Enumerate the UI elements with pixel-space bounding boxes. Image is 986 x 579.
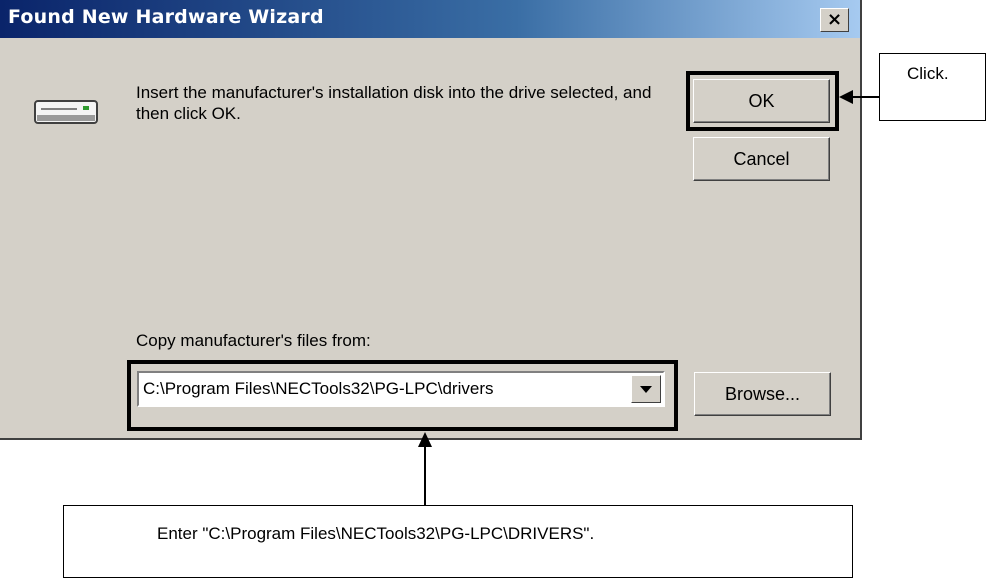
click-arrowhead-icon (839, 90, 853, 104)
enter-path-callout: Enter "C:\Program Files\NECTools32\PG-LP… (63, 505, 853, 578)
click-callout: Click. (879, 53, 986, 121)
click-callout-text: Click. (907, 64, 949, 83)
enter-callout-text: Enter "C:\Program Files\NECTools32\PG-LP… (157, 524, 595, 543)
annotation-arrows (418, 90, 879, 505)
enter-arrowhead-icon (418, 432, 432, 447)
